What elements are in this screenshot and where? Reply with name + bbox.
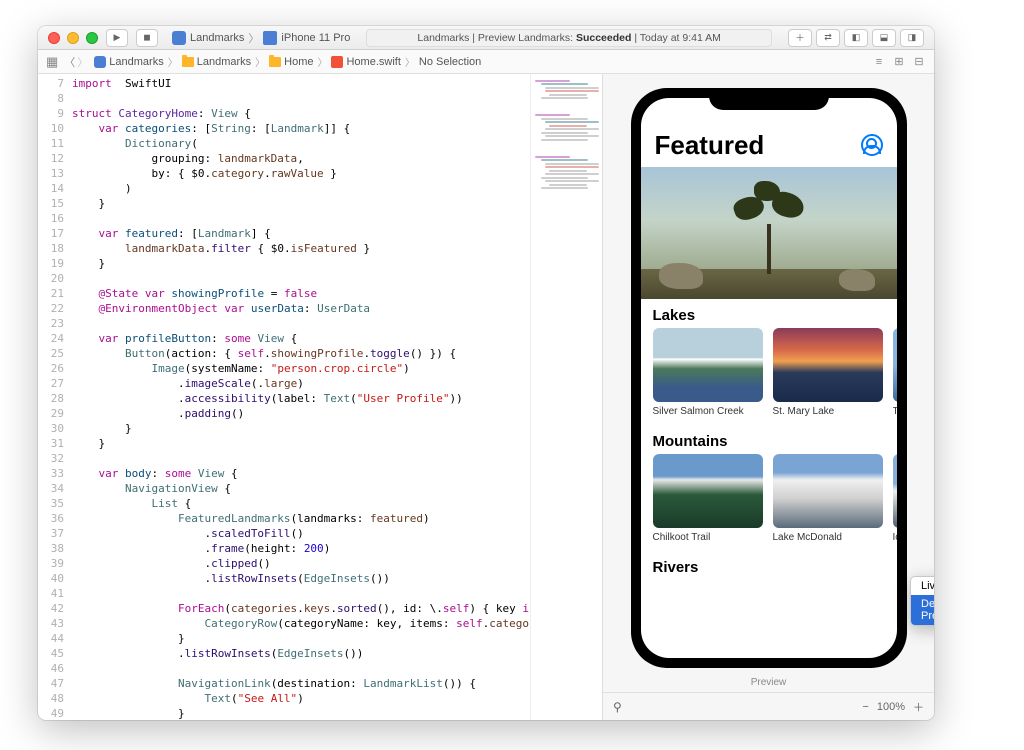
device-icon	[263, 31, 277, 45]
status-time: Today at 9:41 AM	[640, 32, 721, 44]
related-items-icon[interactable]: ▦	[46, 54, 58, 70]
landmark-card[interactable]: St. Mary Lake	[773, 328, 883, 417]
chevron-right-icon: 〉	[168, 54, 178, 69]
panel-bottom-icon[interactable]: ⬓	[872, 29, 896, 47]
category-header: Mountains	[641, 425, 897, 454]
panel-right-icon[interactable]: ◨	[900, 29, 924, 47]
landmark-thumbnail	[893, 454, 897, 528]
category-header: Lakes	[641, 299, 897, 328]
jump-bar: ▦ 〈〉 Landmarks〉Landmarks〉Home〉Home.swift…	[38, 50, 934, 74]
device-notch	[709, 88, 829, 110]
app-nav-title: Featured	[655, 130, 883, 161]
landmark-card[interactable]: Twi	[893, 328, 897, 417]
stop-button[interactable]: ◼	[136, 29, 158, 47]
code-content[interactable]: import SwiftUI struct CategoryHome: View…	[72, 74, 530, 720]
breadcrumb[interactable]: Landmarks 〉 Landmarks 〉 Home 〉 Home.swift 〉 No S…	[94, 54, 481, 69]
canvas-footer: ⚲ − 100% ＋	[603, 692, 934, 720]
zoom-out-icon[interactable]: −	[862, 701, 868, 713]
category-header: Rivers	[641, 551, 897, 580]
status-prefix: Landmarks | Preview Landmarks:	[417, 32, 573, 44]
category-row[interactable]: Silver Salmon Creek St. Mary Lake Twi	[641, 328, 897, 425]
add-editor-icon[interactable]: ⊟	[912, 55, 926, 69]
chevron-right-icon: 〉	[255, 54, 265, 69]
folder-icon	[182, 57, 194, 67]
landmark-card[interactable]: Icy	[893, 454, 897, 543]
close-icon[interactable]	[48, 32, 60, 44]
chevron-right-icon: 〉	[405, 54, 415, 69]
breadcrumb-item[interactable]: Landmarks	[94, 56, 163, 68]
library-button[interactable]: ⇄	[816, 29, 840, 47]
minimap[interactable]	[530, 74, 602, 720]
project-icon	[94, 56, 106, 68]
device-frame: Featured Lakes Silver Salmon Creek St. Mar…	[631, 88, 907, 668]
landmark-thumbnail	[773, 328, 883, 402]
activity-status: Landmarks | Preview Landmarks: Succeeded…	[366, 29, 772, 47]
breadcrumb-item[interactable]: No Selection	[419, 56, 481, 68]
zoom-level[interactable]: 100%	[877, 701, 905, 713]
landmark-card[interactable]: Silver Salmon Creek	[653, 328, 763, 417]
titlebar: ▶ ◼ Landmarks 〉 iPhone 11 Pro Landmarks …	[38, 26, 934, 50]
breadcrumb-item[interactable]: Landmarks	[182, 56, 251, 68]
landmark-card[interactable]: Lake McDonald	[773, 454, 883, 543]
breadcrumb-item[interactable]: Home.swift	[331, 56, 400, 68]
landmark-name: Silver Salmon Creek	[653, 406, 763, 417]
nav-back-icon[interactable]: 〈	[64, 54, 75, 70]
run-button[interactable]: ▶	[106, 29, 128, 47]
scheme-project: Landmarks	[190, 32, 244, 44]
preview-context-menu: Live Preview Debug Preview	[910, 576, 934, 626]
folder-icon	[269, 57, 281, 67]
landmark-name: St. Mary Lake	[773, 406, 883, 417]
maximize-icon[interactable]	[86, 32, 98, 44]
menu-item-debug-preview[interactable]: Debug Preview	[911, 595, 934, 625]
landmark-thumbnail	[893, 328, 897, 402]
featured-hero-image[interactable]	[641, 167, 897, 299]
preview-label: Preview	[603, 673, 934, 692]
traffic-lights	[48, 32, 98, 44]
preview-canvas: Featured Lakes Silver Salmon Creek St. Mar…	[602, 74, 934, 720]
zoom-in-icon[interactable]: ＋	[913, 699, 924, 715]
landmark-name: Chilkoot Trail	[653, 532, 763, 543]
breadcrumb-item[interactable]: Home	[269, 56, 313, 68]
pin-icon[interactable]: ⚲	[613, 700, 622, 714]
menu-item-live-preview[interactable]: Live Preview	[911, 577, 934, 595]
editor-options-icon[interactable]: ≡	[872, 55, 886, 69]
landmark-name: Lake McDonald	[773, 532, 883, 543]
scheme-device: iPhone 11 Pro	[281, 32, 350, 44]
chevron-right-icon: 〉	[317, 54, 327, 69]
add-button[interactable]: ＋	[788, 29, 812, 47]
adjust-editor-icon[interactable]: ⊞	[892, 55, 906, 69]
status-result: Succeeded	[576, 32, 631, 44]
panel-left-icon[interactable]: ◧	[844, 29, 868, 47]
category-row[interactable]: Chilkoot Trail Lake McDonald Icy	[641, 454, 897, 551]
minimize-icon[interactable]	[67, 32, 79, 44]
landmark-name: Icy	[893, 532, 897, 543]
line-gutter: 7891011121314151617181920212223242526272…	[38, 74, 72, 720]
code-editor[interactable]: 7891011121314151617181920212223242526272…	[38, 74, 530, 720]
nav-forward-icon[interactable]: 〉	[77, 54, 88, 70]
xcode-window: ▶ ◼ Landmarks 〉 iPhone 11 Pro Landmarks …	[38, 26, 934, 720]
app-icon	[172, 31, 186, 45]
landmark-card[interactable]: Chilkoot Trail	[653, 454, 763, 543]
swift-file-icon	[331, 56, 343, 68]
app-screen[interactable]: Featured Lakes Silver Salmon Creek St. Mar…	[641, 98, 897, 658]
profile-button-icon[interactable]	[861, 134, 883, 156]
landmark-name: Twi	[893, 406, 897, 417]
landmark-thumbnail	[773, 454, 883, 528]
landmark-thumbnail	[653, 454, 763, 528]
chevron-right-icon: 〉	[248, 30, 259, 46]
landmark-thumbnail	[653, 328, 763, 402]
scheme-selector[interactable]: Landmarks 〉 iPhone 11 Pro	[172, 30, 350, 46]
main-area: 7891011121314151617181920212223242526272…	[38, 74, 934, 720]
